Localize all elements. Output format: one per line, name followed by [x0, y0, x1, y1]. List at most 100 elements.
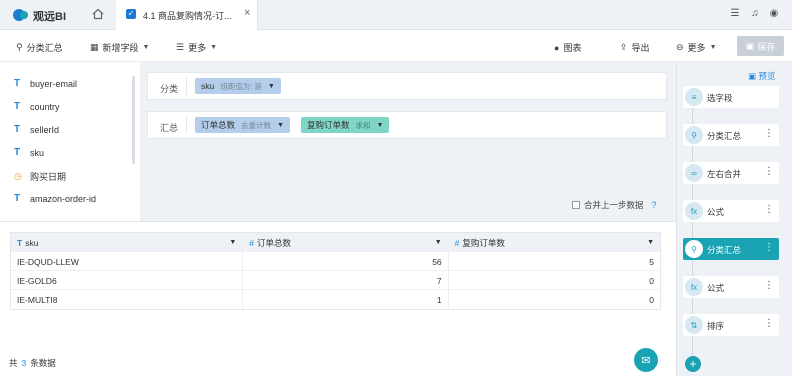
- step-group-summary-active[interactable]: ⚲ 分类汇总 ⋮: [683, 238, 779, 260]
- bell-icon[interactable]: ♫: [749, 8, 761, 20]
- list-icon[interactable]: ☰: [729, 8, 741, 20]
- table-row[interactable]: IE-DQUD-LLEW 56 5: [11, 252, 660, 271]
- field-name: sellerId: [30, 124, 60, 135]
- step-formula[interactable]: fx 公式 ⋮: [683, 200, 779, 222]
- chip-sub: 求和: [355, 120, 371, 130]
- preview-button[interactable]: ▣ 预览: [748, 70, 775, 82]
- help-icon[interactable]: ?: [652, 200, 657, 210]
- count-prefix: 共: [9, 358, 18, 368]
- table-cell: IE-MULTI8: [11, 290, 244, 309]
- column-header-repurchase[interactable]: # 复购订单数 ▼: [449, 233, 660, 252]
- field-item[interactable]: T buyer-email: [14, 78, 77, 89]
- table-row[interactable]: IE-GOLD6 7 0: [11, 271, 660, 290]
- save-label: 保存: [757, 41, 776, 52]
- column-header-sku[interactable]: Tsku ▼: [11, 233, 244, 252]
- count-suffix: 条数据: [30, 358, 56, 368]
- add-step-button[interactable]: +: [685, 356, 701, 372]
- add-field-button[interactable]: ▦ 新增字段 ▼: [90, 41, 149, 54]
- clock-icon: ◷: [14, 171, 22, 181]
- step-formula[interactable]: fx 公式 ⋮: [683, 276, 779, 298]
- more-right-button[interactable]: ⊖ 更多 ▼: [676, 41, 717, 54]
- step-label: 左右合并: [707, 169, 742, 179]
- chevron-down-icon[interactable]: ▼: [377, 122, 384, 129]
- step-join[interactable]: ∞ 左右合并 ⋮: [683, 162, 779, 184]
- field-name: sku: [30, 147, 45, 158]
- step-label: 选字段: [707, 93, 733, 103]
- chevron-down-icon[interactable]: ▼: [268, 83, 275, 90]
- more-vertical-icon[interactable]: ⋮: [764, 280, 774, 291]
- chip-name: sku: [201, 81, 215, 91]
- more-left-button[interactable]: ☰ 更多 ▼: [176, 41, 217, 54]
- step-label: 分类汇总: [707, 131, 742, 141]
- table-row[interactable]: IE-MULTI8 1 0: [11, 290, 660, 309]
- summary-field-chip[interactable]: 复购订单数 求和 ▼: [301, 117, 390, 133]
- field-item[interactable]: T amazon-order-id: [14, 193, 96, 204]
- group-by-row: 分类 sku 组距值为: 是 ▼: [147, 72, 667, 100]
- number-type-icon: #: [249, 237, 255, 248]
- chart-icon: ●: [554, 42, 560, 53]
- chevron-down-icon[interactable]: ▼: [647, 239, 654, 246]
- chevron-down-icon[interactable]: ▼: [277, 122, 284, 129]
- summary-label: 汇总: [160, 123, 179, 133]
- field-item[interactable]: T sellerId: [14, 124, 59, 135]
- field-item[interactable]: T sku: [14, 147, 44, 158]
- chat-assistant-button[interactable]: ✉: [634, 348, 658, 372]
- more-vertical-icon[interactable]: ⋮: [764, 128, 774, 139]
- step-label: 公式: [707, 207, 725, 217]
- sort-icon: ⇅: [685, 316, 703, 334]
- more-right-label: 更多: [687, 43, 706, 53]
- step-label: 公式: [707, 283, 725, 293]
- tab-active[interactable]: ✓ 4.1 商品复购情况-订... ×: [116, 0, 258, 30]
- tab-title: 4.1 商品复购情况-订...: [143, 11, 232, 21]
- table-cell: 56: [243, 252, 449, 271]
- field-list-scrollbar[interactable]: [132, 76, 135, 164]
- field-name: 购买日期: [30, 172, 67, 182]
- chip-name: 复购订单数: [307, 120, 350, 130]
- chevron-down-icon[interactable]: ▼: [229, 239, 236, 246]
- export-button[interactable]: ⇪ 导出: [620, 41, 650, 54]
- column-header-orders[interactable]: # 订单总数 ▼: [243, 233, 449, 252]
- hierarchy-icon: ⚲: [16, 42, 23, 52]
- table-cell: 0: [649, 294, 654, 305]
- divider: [186, 77, 187, 95]
- more-vertical-icon[interactable]: ⋮: [764, 318, 774, 329]
- merge-checkbox[interactable]: [572, 201, 580, 209]
- formula-icon: fx: [685, 278, 703, 296]
- text-type-icon: T: [14, 147, 21, 158]
- step-sort[interactable]: ⇅ 排序 ⋮: [683, 314, 779, 336]
- group-summary-button[interactable]: ⚲ 分类汇总: [16, 41, 63, 54]
- count-value: 3: [21, 358, 27, 368]
- merge-previous-option[interactable]: 合并上一步数据 ?: [572, 199, 657, 211]
- field-name: buyer-email: [30, 78, 78, 89]
- user-icon[interactable]: ◉: [768, 8, 780, 20]
- add-field-label: 新增字段: [102, 43, 139, 53]
- close-icon[interactable]: ×: [244, 7, 250, 19]
- preview-icon: ▣: [748, 71, 757, 81]
- home-icon[interactable]: [92, 8, 104, 20]
- group-field-chip[interactable]: sku 组距值为: 是 ▼: [195, 78, 281, 94]
- save-button[interactable]: ▣ 保存: [737, 36, 784, 56]
- merge-label: 合并上一步数据: [584, 200, 644, 210]
- more-circle-icon: ⊖: [676, 42, 684, 52]
- step-group-summary[interactable]: ⚲ 分类汇总 ⋮: [683, 124, 779, 146]
- field-item[interactable]: T country: [14, 101, 60, 112]
- hierarchy-icon: ⚲: [685, 240, 703, 258]
- table-cell: 5: [649, 256, 654, 267]
- chart-button[interactable]: ● 图表: [554, 41, 581, 54]
- more-left-label: 更多: [188, 43, 207, 53]
- summary-row: 汇总 订单总数 去重计数 ▼ 复购订单数 求和 ▼: [147, 111, 667, 139]
- export-label: 导出: [631, 43, 650, 53]
- link-icon: ∞: [685, 164, 703, 182]
- more-vertical-icon[interactable]: ⋮: [764, 204, 774, 215]
- group-by-label: 分类: [160, 84, 179, 94]
- chevron-down-icon[interactable]: ▼: [435, 239, 442, 246]
- table-cell: 7: [243, 271, 449, 290]
- more-vertical-icon[interactable]: ⋮: [764, 166, 774, 177]
- more-vertical-icon[interactable]: ⋮: [764, 242, 774, 253]
- table-icon: ▦: [90, 42, 99, 52]
- column-header-label: 复购订单数: [462, 237, 505, 248]
- step-select-fields[interactable]: ≡ 选字段: [683, 86, 779, 108]
- field-item[interactable]: ◷ 购买日期: [14, 170, 66, 183]
- table-cell: IE-GOLD6: [11, 271, 244, 290]
- summary-field-chip[interactable]: 订单总数 去重计数 ▼: [195, 117, 290, 133]
